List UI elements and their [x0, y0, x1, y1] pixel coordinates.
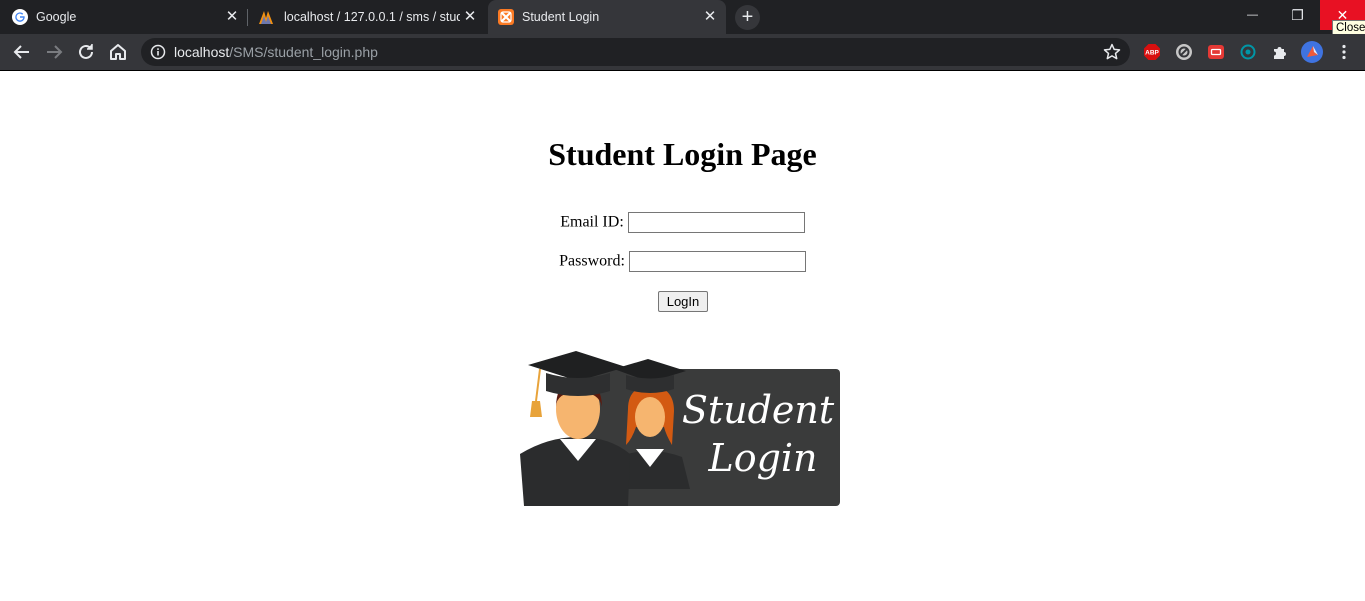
- adblock-label: ABP: [1145, 50, 1159, 57]
- xampp-icon: [498, 9, 514, 25]
- password-field[interactable]: [628, 251, 806, 272]
- tab-title: Google: [36, 10, 77, 24]
- reload-icon[interactable]: [74, 40, 98, 64]
- email-field[interactable]: [627, 212, 805, 233]
- banner-text-line2: Login: [707, 436, 817, 480]
- page-content: Student Login Page Email ID: Password: L…: [0, 71, 1365, 601]
- home-icon[interactable]: [106, 40, 130, 64]
- back-icon[interactable]: [10, 40, 34, 64]
- video-ext-icon[interactable]: [1207, 43, 1225, 61]
- password-row: Password:: [0, 251, 1365, 272]
- forward-icon[interactable]: [42, 40, 66, 64]
- tab-student-login[interactable]: Student Login ✕: [488, 0, 726, 34]
- phpmyadmin-icon: [259, 11, 273, 24]
- info-icon[interactable]: [150, 44, 166, 60]
- login-button[interactable]: LogIn: [658, 291, 708, 312]
- menu-kebab-icon[interactable]: [1335, 43, 1353, 61]
- bookmark-star-icon[interactable]: [1102, 42, 1122, 62]
- email-label: Email ID:: [560, 213, 624, 231]
- block-site-icon[interactable]: [1175, 43, 1193, 61]
- browser-toolbar: localhost/SMS/student_login.php ABP: [0, 34, 1365, 70]
- tab-title: Student Login: [522, 10, 600, 24]
- banner-text-line1: Student: [682, 388, 835, 432]
- tab-google[interactable]: Google ✕: [0, 0, 246, 34]
- url-host: localhost: [174, 44, 230, 60]
- google-g-icon: [12, 9, 28, 25]
- tab-strip: Google ✕ localhost / 127.0.0.1 / sms / s…: [0, 0, 1365, 34]
- url-text[interactable]: localhost/SMS/student_login.php: [174, 44, 378, 60]
- minimize-button[interactable]: —: [1230, 0, 1275, 30]
- close-icon[interactable]: ✕: [224, 9, 240, 25]
- tab-title: localhost / 127.0.0.1 / sms / stude: [284, 10, 460, 24]
- close-icon[interactable]: ✕: [462, 9, 478, 25]
- email-row: Email ID:: [0, 212, 1365, 233]
- new-tab-button[interactable]: +: [735, 5, 760, 30]
- close-icon[interactable]: ✕: [702, 9, 718, 25]
- teal-circle-ext-icon[interactable]: [1239, 43, 1257, 61]
- student-login-banner: Student Login: [520, 351, 840, 506]
- puzzle-icon[interactable]: [1271, 43, 1289, 61]
- page-title: Student Login Page: [548, 136, 817, 172]
- password-label: Password:: [559, 252, 625, 270]
- tab-phpmyadmin[interactable]: localhost / 127.0.0.1 / sms / stude ✕: [248, 0, 486, 34]
- restore-button[interactable]: ❐: [1275, 0, 1320, 30]
- url-path: /SMS/student_login.php: [229, 44, 378, 60]
- profile-avatar-icon[interactable]: [1301, 41, 1323, 63]
- address-bar[interactable]: localhost/SMS/student_login.php: [141, 38, 1130, 66]
- adblock-plus-icon[interactable]: ABP: [1143, 43, 1161, 61]
